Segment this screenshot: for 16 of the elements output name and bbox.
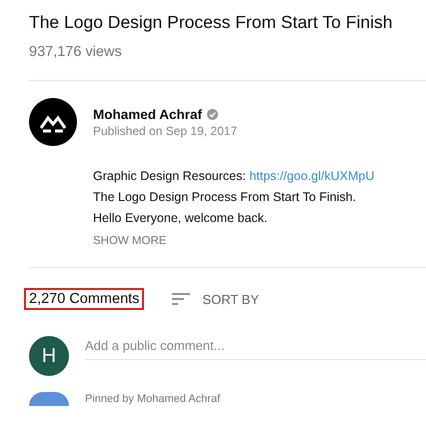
show-more-button[interactable]: SHOW MORE [93, 235, 166, 247]
comment-count: 2,270 Comments [24, 288, 144, 310]
video-title: The Logo Design Process From Start To Finish [29, 11, 394, 34]
description-line: The Logo Design Process From Start To Finish. [93, 189, 358, 206]
sort-button[interactable]: SORT BY [172, 292, 260, 306]
user-avatar: H [29, 336, 69, 376]
description-line: Hello Everyone, welcome back. [93, 210, 268, 227]
description-link[interactable]: https://goo.gl/kUXMpU [249, 169, 374, 183]
channel-logo-icon [29, 98, 77, 146]
view-count: 937,176 views [29, 43, 123, 62]
description-line: Graphic Design Resources: https://goo.gl/kUXMpU [93, 168, 376, 185]
pinned-label: Pinned by Mohamed Achraf [85, 393, 220, 405]
publish-date: Published on Sep 19, 2017 [93, 124, 238, 138]
channel-name[interactable]: Mohamed Achraf [93, 106, 202, 123]
sort-icon [172, 293, 190, 305]
commenter-avatar [29, 392, 69, 406]
